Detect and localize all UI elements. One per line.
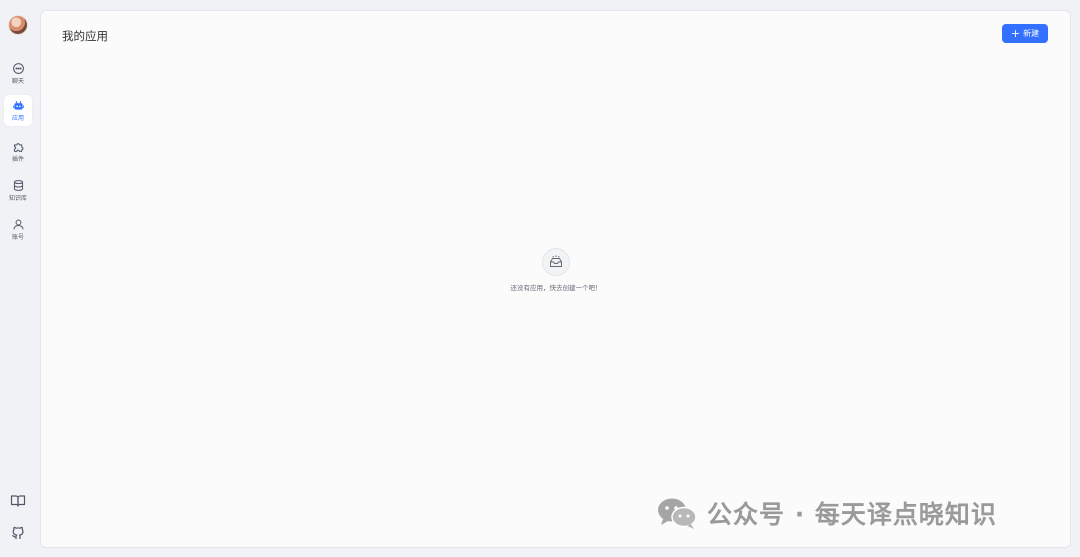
new-app-button-label: 新建 bbox=[1023, 29, 1040, 38]
github-icon[interactable] bbox=[10, 525, 26, 541]
empty-state-text: 还没有应用，快去创建一个吧！ bbox=[510, 284, 602, 292]
sidebar-item-account[interactable]: 账号 bbox=[4, 214, 32, 246]
page-title: 我的应用 bbox=[62, 29, 108, 43]
chat-icon bbox=[12, 62, 25, 75]
empty-box-icon bbox=[542, 248, 570, 276]
robot-icon bbox=[12, 99, 25, 112]
user-icon bbox=[12, 218, 25, 231]
sidebar: 聊天 应用 插件 知识库 账号 bbox=[0, 0, 36, 557]
sidebar-item-label: 聊天 bbox=[11, 78, 24, 85]
sidebar-item-label: 知识库 bbox=[8, 195, 27, 202]
puzzle-icon bbox=[12, 140, 25, 153]
book-icon[interactable] bbox=[10, 493, 26, 509]
empty-state: 还没有应用，快去创建一个吧！ bbox=[481, 248, 631, 292]
main-panel: 我的应用 + 新建 还没有应用，快去创建一个吧！ bbox=[40, 10, 1071, 548]
plus-icon: + bbox=[1010, 26, 1021, 40]
sidebar-item-apps[interactable]: 应用 bbox=[4, 95, 32, 126]
avatar[interactable] bbox=[8, 15, 28, 35]
sidebar-item-knowledge-base[interactable]: 知识库 bbox=[4, 175, 32, 207]
sidebar-item-label: 账号 bbox=[11, 234, 24, 241]
database-icon bbox=[12, 179, 25, 192]
sidebar-item-label: 插件 bbox=[11, 156, 24, 163]
watermark-text: 公众号 · 每天译点晓知识 bbox=[707, 500, 997, 529]
sidebar-item-plugins[interactable]: 插件 bbox=[4, 136, 32, 168]
watermark: 公众号 · 每天译点晓知识 bbox=[655, 495, 997, 531]
sidebar-item-label: 应用 bbox=[11, 115, 24, 122]
new-app-button[interactable]: + 新建 bbox=[1002, 24, 1048, 43]
sidebar-item-chat[interactable]: 聊天 bbox=[4, 58, 32, 90]
wechat-icon bbox=[655, 496, 699, 530]
